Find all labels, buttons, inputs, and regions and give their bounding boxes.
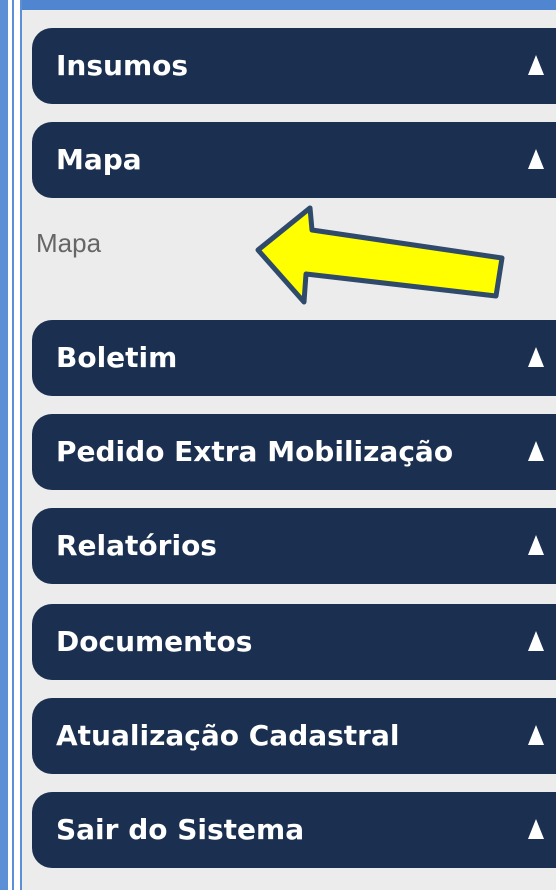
menu-label: Insumos <box>56 49 189 82</box>
submenu-link-mapa[interactable]: Mapa <box>36 228 101 259</box>
menu-header-sair-do-sistema[interactable]: Sair do Sistema <box>32 792 556 868</box>
menu-label: Mapa <box>56 143 142 176</box>
menu-header-atualizacao-cadastral[interactable]: Atualização Cadastral <box>32 698 556 774</box>
caret-up-icon <box>528 55 544 75</box>
caret-up-icon <box>528 631 544 651</box>
menu-header-pedido-extra-mobilizacao[interactable]: Pedido Extra Mobilização <box>32 414 556 490</box>
menu-header-boletim[interactable]: Boletim <box>32 320 556 396</box>
caret-up-icon <box>528 819 544 839</box>
menu-header-mapa[interactable]: Mapa <box>32 122 556 198</box>
caret-up-icon <box>528 347 544 367</box>
caret-up-icon <box>528 149 544 169</box>
menu-label: Relatórios <box>56 529 217 562</box>
caret-up-icon <box>528 725 544 745</box>
frame-inner-line <box>12 0 14 890</box>
menu-header-documentos[interactable]: Documentos <box>32 604 556 680</box>
menu-header-insumos[interactable]: Insumos <box>32 28 556 104</box>
frame-left-border <box>0 0 8 890</box>
menu-label: Sair do Sistema <box>56 813 305 846</box>
menu-label: Atualização Cadastral <box>56 719 400 752</box>
menu-label: Documentos <box>56 625 253 658</box>
frame-inner-border <box>8 0 22 890</box>
menu-label: Boletim <box>56 341 178 374</box>
caret-up-icon <box>528 535 544 555</box>
caret-up-icon <box>528 441 544 461</box>
top-strip <box>22 0 556 10</box>
menu-label: Pedido Extra Mobilização <box>56 435 454 468</box>
menu-header-relatorios[interactable]: Relatórios <box>32 508 556 584</box>
yellow-arrow-icon <box>255 205 505 305</box>
